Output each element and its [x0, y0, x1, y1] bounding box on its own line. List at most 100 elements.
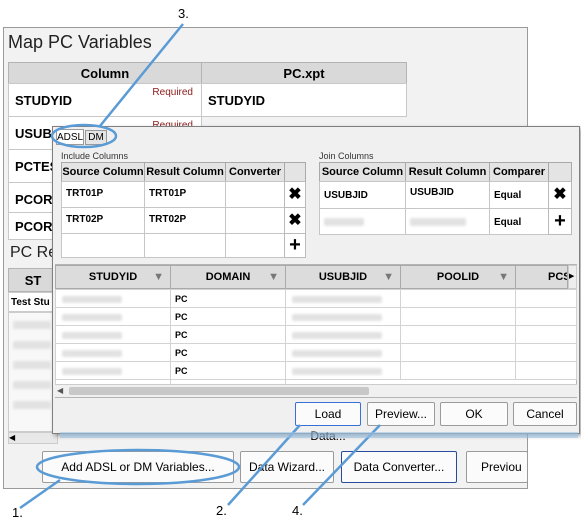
- grid-cell: [515, 289, 577, 308]
- add-icon[interactable]: +: [284, 233, 306, 258]
- callout-number-3: 3.: [178, 6, 189, 21]
- grid-cell: [515, 343, 577, 362]
- include-new-row-cell[interactable]: [144, 233, 226, 258]
- ok-button[interactable]: OK: [440, 402, 508, 426]
- grid-cell: [285, 289, 401, 308]
- blurred-text: [410, 218, 466, 226]
- delete-icon[interactable]: ✖: [284, 181, 306, 208]
- grid-cell: [400, 289, 516, 308]
- grid-cell: [400, 361, 516, 380]
- join-comparer-cell[interactable]: Equal: [489, 208, 549, 235]
- bottom-grid-cell: Test Stu: [8, 292, 58, 312]
- join-action-header: [548, 162, 572, 182]
- grid-cell: [515, 307, 577, 326]
- delete-icon[interactable]: ✖: [284, 207, 306, 234]
- bottom-grid-body: [8, 312, 58, 432]
- grid-header-usubjid[interactable]: USUBJID ▼: [285, 265, 401, 289]
- grid-cell: [55, 289, 171, 308]
- grid-header-poolid[interactable]: POOLID ▼: [400, 265, 516, 289]
- tab-dm[interactable]: DM: [85, 130, 107, 145]
- grid-cell: [285, 343, 401, 362]
- grid-cell: [55, 307, 171, 326]
- preview-button[interactable]: Preview...: [367, 402, 435, 426]
- data-converter-button[interactable]: Data Converter...: [341, 451, 457, 483]
- include-converter-cell[interactable]: [225, 181, 285, 208]
- grid-cell: [55, 325, 171, 344]
- blurred-text: [324, 218, 364, 226]
- grid-cell: [515, 361, 577, 380]
- blurred-text: [13, 381, 51, 389]
- include-source-header: Source Column: [61, 162, 145, 182]
- join-result-cell[interactable]: [405, 208, 490, 235]
- include-converter-cell[interactable]: [225, 207, 285, 234]
- grid-cell: PC: [170, 289, 286, 308]
- callout-number-1: 1.: [12, 505, 23, 520]
- grid-cell: [285, 361, 401, 380]
- map-row-column: STUDYID Required: [8, 83, 202, 117]
- scroll-right-icon[interactable]: ▶: [568, 265, 577, 289]
- page-title: Map PC Variables: [8, 32, 152, 52]
- join-columns-label: Join Columns: [319, 151, 374, 161]
- tab-adsl[interactable]: ADSL: [56, 129, 84, 145]
- grid-header-pcs[interactable]: PCS: [515, 265, 568, 289]
- include-columns-label: Include Columns: [61, 151, 129, 161]
- include-result-header: Result Column: [144, 162, 226, 182]
- grid-cell: [400, 343, 516, 362]
- grid-header-label: POOLID: [436, 271, 480, 283]
- scrollbar[interactable]: ◀: [8, 432, 58, 444]
- include-action-header: [284, 162, 306, 182]
- row-label: STUDYID: [15, 93, 73, 108]
- include-source-cell[interactable]: TRT02P: [61, 207, 145, 234]
- grid-cell: PC: [170, 343, 286, 362]
- grid-header-studyid[interactable]: STUDYID ▼: [55, 265, 171, 289]
- include-result-cell[interactable]: TRT02P: [144, 207, 226, 234]
- bottom-grid-header: ST: [8, 268, 58, 292]
- cancel-button[interactable]: Cancel: [513, 402, 577, 426]
- section-label: PC Re: [10, 244, 58, 261]
- grid-cell: [400, 325, 516, 344]
- filter-icon[interactable]: ▼: [268, 266, 279, 288]
- grid-cell: [285, 307, 401, 326]
- previous-button[interactable]: Previou: [466, 451, 528, 483]
- grid-header-label: STUDYID: [88, 271, 138, 283]
- include-result-cell[interactable]: TRT01P: [144, 181, 226, 208]
- required-label: Required: [152, 87, 193, 98]
- scrollbar-thumb[interactable]: [69, 387, 369, 395]
- add-icon[interactable]: +: [548, 208, 572, 235]
- grid-header-label: DOMAIN: [205, 271, 251, 283]
- blurred-text: [13, 361, 51, 369]
- callout-number-2: 2.: [216, 503, 227, 518]
- grid-cell: [285, 325, 401, 344]
- include-new-row-cell[interactable]: [225, 233, 285, 258]
- join-comparer-header: Comparer: [489, 162, 549, 182]
- pcxpt-header: PC.xpt: [201, 62, 407, 84]
- delete-icon[interactable]: ✖: [548, 181, 572, 209]
- map-row-value[interactable]: STUDYID: [201, 83, 407, 117]
- column-header: Column: [8, 62, 202, 84]
- filter-icon[interactable]: ▼: [498, 266, 509, 288]
- add-adsl-dm-variables-button[interactable]: Add ADSL or DM Variables...: [42, 451, 234, 483]
- grid-cell: [55, 361, 171, 380]
- join-source-header: Source Column: [319, 162, 406, 182]
- callout-number-4: 4.: [292, 503, 303, 518]
- scroll-left-icon[interactable]: ◀: [57, 386, 63, 395]
- grid-cell: PC: [170, 307, 286, 326]
- blurred-text: [13, 401, 51, 409]
- grid-cell: [515, 325, 577, 344]
- include-converter-header: Converter: [225, 162, 285, 182]
- load-data-button[interactable]: Load Data...: [295, 402, 361, 443]
- filter-icon[interactable]: ▼: [383, 266, 394, 288]
- join-comparer-cell[interactable]: Equal: [489, 181, 549, 209]
- include-new-row-cell[interactable]: [61, 233, 145, 258]
- filter-icon[interactable]: ▼: [153, 266, 164, 288]
- join-source-cell[interactable]: [319, 208, 406, 235]
- grid-cell: PC: [170, 325, 286, 344]
- join-result-cell[interactable]: USUBJID: [405, 181, 490, 209]
- data-wizard-button[interactable]: Data Wizard...: [240, 451, 334, 483]
- join-result-header: Result Column: [405, 162, 490, 182]
- grid-header-domain[interactable]: DOMAIN ▼: [170, 265, 286, 289]
- join-source-cell[interactable]: USUBJID: [319, 181, 406, 209]
- horizontal-scrollbar[interactable]: ◀: [55, 384, 577, 397]
- include-source-cell[interactable]: TRT01P: [61, 181, 145, 208]
- blurred-text: [13, 321, 51, 329]
